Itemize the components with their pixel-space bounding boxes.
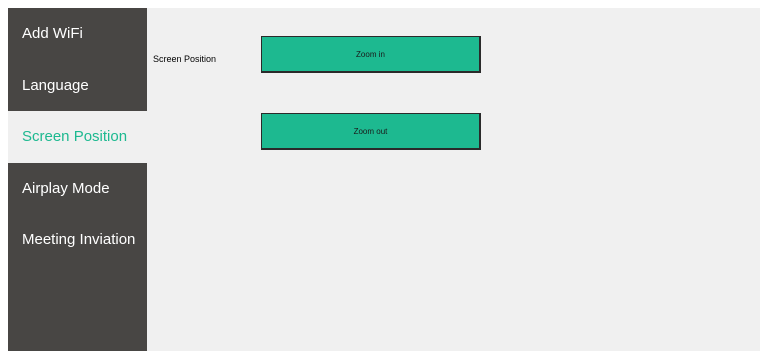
- sidebar-item-label: Language: [22, 76, 89, 94]
- sidebar-item-meeting-invitation[interactable]: Meeting Inviation: [8, 214, 147, 266]
- sidebar-item-label: Add WiFi: [22, 25, 83, 43]
- sidebar-item-label: Screen Position: [22, 128, 128, 146]
- sidebar-item-label: Meeting Inviation: [22, 231, 136, 249]
- sidebar: Add WiFi Language Screen Position Airpla…: [8, 8, 147, 351]
- sidebar-item-screen-position[interactable]: Screen Position: [8, 111, 147, 163]
- section-label: Screen Position: [153, 54, 217, 64]
- sidebar-item-airplay-mode[interactable]: Airplay Mode: [8, 163, 147, 215]
- sidebar-item-add-wifi[interactable]: Add WiFi: [8, 8, 147, 60]
- sidebar-item-language[interactable]: Language: [8, 60, 147, 112]
- zoom-in-label: Zoom in: [356, 49, 385, 59]
- zoom-in-button[interactable]: Zoom in: [261, 36, 481, 73]
- settings-window: Add WiFi Language Screen Position Airpla…: [8, 8, 760, 351]
- sidebar-item-label: Airplay Mode: [22, 179, 110, 197]
- content-panel: Screen Position Zoom in Zoom out: [147, 8, 760, 351]
- zoom-out-button[interactable]: Zoom out: [261, 113, 481, 150]
- zoom-out-label: Zoom out: [353, 126, 388, 136]
